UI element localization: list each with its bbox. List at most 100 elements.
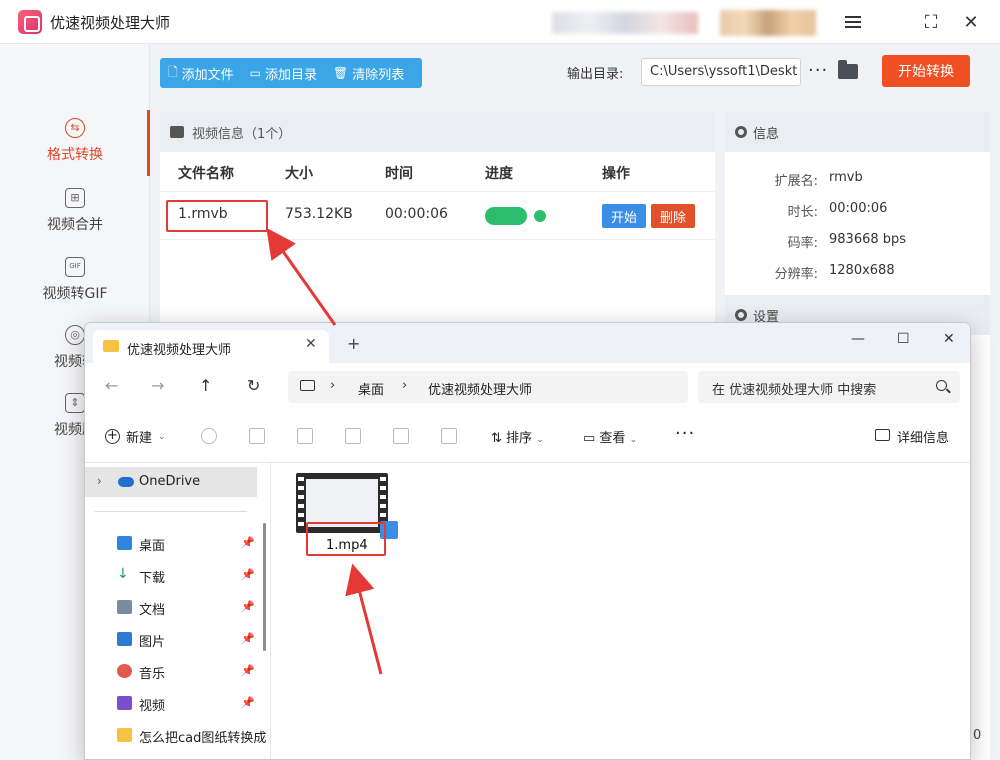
file-time-cell: 00:00:06 bbox=[385, 206, 448, 222]
add-file-button[interactable]: 🗋 添加文件 bbox=[160, 58, 242, 88]
search-icon bbox=[936, 380, 947, 391]
column-header-name: 文件名称 bbox=[178, 166, 234, 182]
nav-item-documents[interactable]: 文档 📌 bbox=[117, 597, 257, 619]
search-placeholder: 在 优速视频处理大师 中搜索 bbox=[712, 383, 877, 398]
explorer-nav-pane: › OneDrive 桌面 📌 ↓ 下载 📌 文档 📌 图片 📌 音乐 📌 视频… bbox=[85, 463, 271, 759]
address-bar[interactable]: › 桌面 › 优速视频处理大师 bbox=[288, 371, 688, 403]
nav-item-desktop[interactable]: 桌面 📌 bbox=[117, 533, 257, 555]
check-icon bbox=[534, 210, 546, 222]
cut-icon[interactable] bbox=[201, 428, 217, 444]
file-icon: 🗋 bbox=[168, 64, 178, 79]
divider bbox=[95, 511, 247, 512]
open-folder-icon[interactable] bbox=[838, 60, 858, 79]
share-icon[interactable] bbox=[393, 428, 409, 444]
add-dir-button[interactable]: ▭ 添加目录 bbox=[242, 58, 325, 88]
folder-outline-icon: ▭ bbox=[249, 66, 262, 80]
document-icon bbox=[117, 600, 132, 614]
table-header: 文件名称 大小 时间 进度 操作 bbox=[160, 152, 715, 192]
refresh-icon[interactable]: ↻ bbox=[247, 376, 260, 395]
video-panel-header: 视频信息（1个） bbox=[160, 112, 715, 152]
clear-list-button[interactable]: 🗑 清除列表 bbox=[325, 58, 412, 88]
maximize-icon[interactable]: ⛶ bbox=[918, 9, 944, 35]
menu-icon[interactable] bbox=[840, 9, 866, 35]
explorer-tab-title: 优速视频处理大师 bbox=[127, 343, 232, 358]
sidebar-item-format-convert[interactable]: ⇆ 格式转换 bbox=[0, 110, 150, 176]
copy-icon[interactable] bbox=[249, 428, 265, 444]
pin-icon: 📌 bbox=[241, 600, 255, 613]
videos-icon bbox=[117, 696, 132, 710]
compress-icon: ⇕ bbox=[65, 393, 85, 413]
app-titlebar: 优速视频处理大师 ⛶ ✕ bbox=[0, 0, 1000, 44]
explorer-tab[interactable]: 优速视频处理大师 ✕ bbox=[93, 330, 329, 363]
highlight-box-output bbox=[306, 522, 386, 556]
nav-item-downloads[interactable]: ↓ 下载 📌 bbox=[117, 565, 257, 587]
info-header: 信息 bbox=[725, 112, 990, 152]
minimize-icon[interactable]: — bbox=[851, 331, 865, 347]
more-options-button[interactable]: ··· bbox=[808, 60, 828, 81]
up-arrow-icon[interactable]: ↑ bbox=[199, 376, 212, 395]
scrollbar[interactable] bbox=[263, 523, 266, 651]
info-row-resolution: 分辨率: 1280x688 bbox=[774, 263, 895, 282]
music-icon bbox=[117, 664, 132, 678]
chevron-right-icon[interactable]: › bbox=[97, 474, 102, 488]
breadcrumb-desktop[interactable]: 桌面 bbox=[358, 379, 384, 398]
pin-icon: 📌 bbox=[241, 696, 255, 709]
pictures-icon bbox=[117, 632, 132, 646]
sort-button[interactable]: ⇅ 排序 ⌄ bbox=[491, 427, 544, 446]
pin-icon: 📌 bbox=[241, 536, 255, 549]
gif-icon: GIF bbox=[65, 257, 85, 277]
cloud-icon bbox=[118, 477, 134, 487]
pin-icon: 📌 bbox=[241, 664, 255, 677]
file-size-cell: 753.12KB bbox=[285, 206, 353, 222]
maximize-icon[interactable]: ☐ bbox=[897, 331, 910, 347]
chevron-right-icon: › bbox=[402, 378, 408, 393]
start-convert-button[interactable]: 开始转换 bbox=[882, 55, 970, 87]
breadcrumb-folder[interactable]: 优速视频处理大师 bbox=[428, 379, 532, 398]
nav-item-videos[interactable]: 视频 📌 bbox=[117, 693, 257, 715]
tab-close-icon[interactable]: ✕ bbox=[305, 336, 317, 352]
sidebar-item-video-to-gif[interactable]: GIF 视频转GIF bbox=[0, 249, 150, 315]
column-header-size: 大小 bbox=[285, 166, 313, 182]
start-button[interactable]: 开始 bbox=[602, 204, 646, 228]
sidebar-item-label: 视频合并 bbox=[47, 217, 103, 233]
gear-icon bbox=[735, 309, 747, 321]
output-dir-input[interactable]: C:\Users\yssoft1\Deskt bbox=[641, 58, 801, 86]
blurred-account-info bbox=[552, 12, 698, 34]
nav-item-music[interactable]: 音乐 📌 bbox=[117, 661, 257, 683]
pin-icon: 📌 bbox=[241, 568, 255, 581]
video-convert-icon: ◎ bbox=[65, 325, 85, 345]
convert-icon: ⇆ bbox=[65, 118, 85, 138]
delete-icon[interactable] bbox=[441, 428, 457, 444]
rename-icon[interactable] bbox=[345, 428, 361, 444]
close-icon[interactable]: ✕ bbox=[958, 9, 984, 35]
back-arrow-icon[interactable]: ← bbox=[105, 376, 118, 395]
search-input[interactable]: 在 优速视频处理大师 中搜索 bbox=[698, 371, 960, 403]
explorer-nav-bar: ← → ↑ ↻ › 桌面 › 优速视频处理大师 在 优速视频处理大师 中搜索 bbox=[85, 363, 970, 411]
sidebar-item-video-merge[interactable]: ⊞ 视频合并 bbox=[0, 180, 150, 246]
close-icon[interactable]: ✕ bbox=[943, 331, 955, 347]
more-icon[interactable]: ··· bbox=[675, 423, 695, 444]
sidebar-item-label: 格式转换 bbox=[47, 147, 103, 163]
partial-text: 0 bbox=[973, 728, 982, 743]
new-tab-icon[interactable]: + bbox=[347, 334, 360, 353]
nav-item-onedrive[interactable]: › OneDrive bbox=[85, 467, 257, 497]
details-button[interactable]: 详细信息 bbox=[897, 427, 949, 446]
explorer-tab-bar: 优速视频处理大师 ✕ + — ☐ ✕ bbox=[85, 323, 970, 363]
delete-button[interactable]: 删除 bbox=[651, 204, 695, 228]
paste-icon[interactable] bbox=[297, 428, 313, 444]
new-button[interactable]: + 新建 ⌄ bbox=[105, 427, 166, 446]
sidebar-item-label: 视频转GIF bbox=[42, 286, 108, 302]
app-logo-icon bbox=[18, 10, 42, 34]
view-button[interactable]: ▭ 查看 ⌄ bbox=[583, 427, 637, 446]
highlight-box-source bbox=[166, 200, 268, 232]
info-row-bitrate: 码率: 983668 bps bbox=[787, 232, 907, 251]
chevron-right-icon: › bbox=[330, 378, 336, 393]
progress-bar bbox=[485, 207, 527, 225]
info-row-extension: 扩展名: rmvb bbox=[774, 170, 863, 189]
nav-item-pictures[interactable]: 图片 📌 bbox=[117, 629, 257, 651]
nav-item-folder[interactable]: 怎么把cad图纸转换成 bbox=[117, 725, 266, 747]
column-header-progress: 进度 bbox=[485, 166, 513, 182]
folder-icon bbox=[117, 728, 132, 742]
output-dir-label: 输出目录: bbox=[567, 67, 624, 82]
forward-arrow-icon[interactable]: → bbox=[151, 376, 164, 395]
